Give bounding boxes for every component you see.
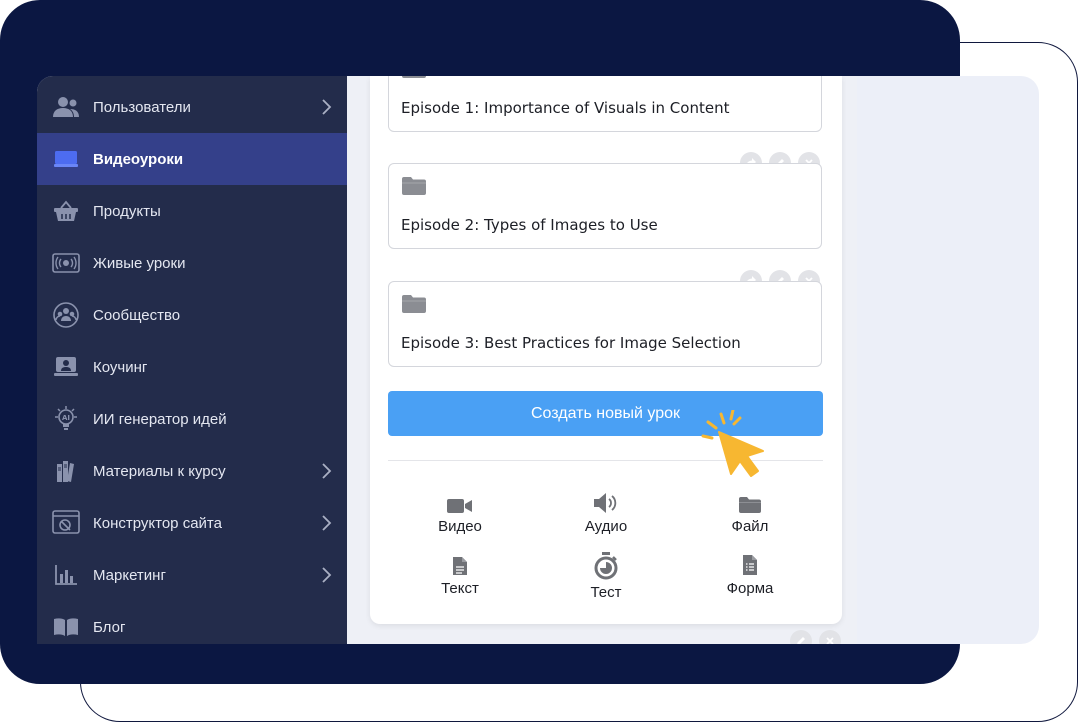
click-cursor-icon bbox=[700, 408, 772, 485]
sidebar-item-users[interactable]: Пользователи bbox=[37, 81, 347, 133]
lesson-type-video[interactable]: Видео bbox=[405, 488, 515, 535]
materials-icon bbox=[52, 457, 80, 485]
sidebar-item-materials[interactable]: Материалы к курсу bbox=[37, 445, 347, 497]
sidebar-item-label: Маркетинг bbox=[93, 566, 166, 584]
sidebar-item-label: Коучинг bbox=[93, 358, 148, 376]
community-icon bbox=[52, 301, 80, 329]
live-stream-icon bbox=[52, 249, 80, 277]
folder-icon bbox=[695, 488, 805, 514]
stopwatch-icon bbox=[551, 550, 661, 580]
sidebar-item-label: Конструктор сайта bbox=[93, 514, 222, 532]
close-icon[interactable] bbox=[819, 630, 841, 644]
lesson-type-test[interactable]: Тест bbox=[551, 550, 661, 601]
lesson-type-audio[interactable]: Аудио bbox=[551, 488, 661, 535]
sidebar-item-label: Продукты bbox=[93, 202, 161, 220]
users-icon bbox=[52, 93, 80, 121]
lesson-type-label: Форма bbox=[726, 580, 774, 597]
lesson-list-card: Episode 1: Importance of Visuals in Cont… bbox=[370, 76, 842, 624]
episode-title: Episode 1: Importance of Visuals in Cont… bbox=[401, 99, 730, 117]
lesson-type-label: Тест bbox=[590, 584, 622, 601]
sidebar-item-label: Живые уроки bbox=[93, 254, 186, 272]
book-icon bbox=[52, 613, 80, 641]
lesson-type-label: Аудио bbox=[584, 518, 628, 535]
edit-icon[interactable] bbox=[790, 630, 812, 644]
folder-icon bbox=[401, 176, 427, 201]
sidebar-item-coaching[interactable]: Коучинг bbox=[37, 341, 347, 393]
sidebar-item-label: Материалы к курсу bbox=[93, 462, 226, 480]
text-document-icon bbox=[405, 550, 515, 576]
video-camera-icon bbox=[405, 488, 515, 514]
basket-icon bbox=[52, 197, 80, 225]
lesson-type-form[interactable]: Форма bbox=[695, 550, 805, 597]
chevron-right-icon bbox=[320, 566, 334, 584]
episode-card[interactable]: Episode 1: Importance of Visuals in Cont… bbox=[388, 76, 822, 132]
sidebar-item-products[interactable]: Продукты bbox=[37, 185, 347, 237]
main-content: Episode 1: Importance of Visuals in Cont… bbox=[347, 76, 857, 644]
svg-text:AI: AI bbox=[62, 414, 70, 422]
sidebar: Пользователи Видеоуроки Продукты Живые у… bbox=[37, 76, 347, 644]
sidebar-item-label: Пользователи bbox=[93, 98, 191, 116]
folder-icon bbox=[401, 76, 427, 84]
sidebar-item-marketing[interactable]: Маркетинг bbox=[37, 549, 347, 601]
lesson-type-file[interactable]: Файл bbox=[695, 488, 805, 535]
chevron-right-icon bbox=[320, 514, 334, 532]
chevron-right-icon bbox=[320, 462, 334, 480]
sidebar-item-video-lessons[interactable]: Видеоуроки bbox=[37, 133, 347, 185]
sidebar-item-label: Блог bbox=[93, 618, 126, 636]
sidebar-item-blog[interactable]: Блог bbox=[37, 601, 347, 644]
folder-icon bbox=[401, 294, 427, 319]
sidebar-item-label: ИИ генератор идей bbox=[93, 410, 227, 428]
video-lessons-icon bbox=[52, 145, 80, 173]
sidebar-item-ai-ideas[interactable]: AI ИИ генератор идей bbox=[37, 393, 347, 445]
app-window: Пользователи Видеоуроки Продукты Живые у… bbox=[37, 76, 857, 644]
episode-title: Episode 2: Types of Images to Use bbox=[401, 216, 658, 234]
sidebar-item-label: Сообщество bbox=[93, 306, 181, 324]
sidebar-item-community[interactable]: Сообщество bbox=[37, 289, 347, 341]
lesson-type-label: Файл bbox=[731, 518, 769, 535]
speaker-icon bbox=[551, 488, 661, 514]
lesson-type-label: Видео bbox=[438, 518, 482, 535]
sidebar-item-site-builder[interactable]: Конструктор сайта bbox=[37, 497, 347, 549]
form-document-icon bbox=[695, 550, 805, 576]
episode-card[interactable]: Episode 2: Types of Images to Use bbox=[388, 163, 822, 249]
ai-bulb-icon: AI bbox=[52, 405, 80, 433]
episode-title: Episode 3: Best Practices for Image Sele… bbox=[401, 334, 741, 352]
coaching-icon bbox=[52, 353, 80, 381]
chevron-right-icon bbox=[320, 98, 334, 116]
sidebar-item-live-lessons[interactable]: Живые уроки bbox=[37, 237, 347, 289]
sidebar-item-label: Видеоуроки bbox=[93, 150, 184, 168]
episode-card[interactable]: Episode 3: Best Practices for Image Sele… bbox=[388, 281, 822, 367]
lesson-type-label: Текст bbox=[441, 580, 479, 597]
site-builder-icon bbox=[52, 509, 80, 537]
background-light-panel bbox=[830, 76, 1039, 644]
lesson-type-text[interactable]: Текст bbox=[405, 550, 515, 597]
chart-icon bbox=[52, 561, 80, 589]
